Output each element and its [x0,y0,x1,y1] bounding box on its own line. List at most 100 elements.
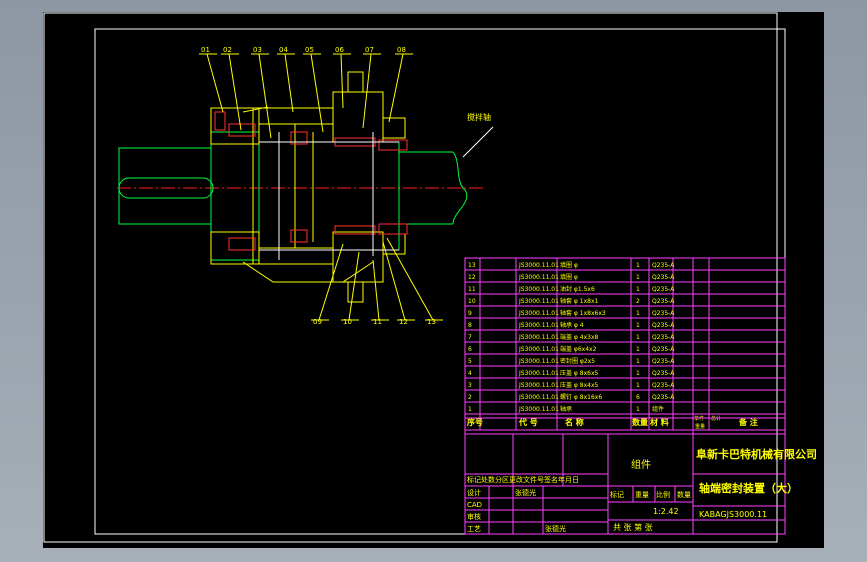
balloon-leader [340,53,344,109]
company-name: 阜新卡巴特机械有限公司 [696,447,817,461]
balloon-label: 11 [373,318,382,326]
bom-cell-qty: 1 [636,334,640,341]
bom-cell-qty: 6 [636,394,640,401]
bom-cell-material: Q235-A [652,262,675,269]
bom-cell-name: 端盖 φ 4x3x8 [560,333,599,341]
bom-cell-material: Q235-A [652,382,675,389]
bom-cell-qty: 1 [636,346,640,353]
bom-cell-no: 1 [468,406,472,413]
bom-cell-name: 轴套 φ 1x8x6x3 [560,309,606,317]
bom-cell-qty: 1 [636,358,640,365]
bom-cell-qty: 1 [636,274,640,281]
stage-header-1: 标记 [610,490,624,499]
balloon-label: 03 [253,46,262,54]
drawing-name: 轴端密封装置（大） [699,481,798,495]
bom-cell-qty: 1 [636,406,640,413]
role-design: 设计 [467,488,481,497]
bom-cell-code: JS3000.11.01 [518,382,559,389]
bom-cell-code: JS3000.11.01 [518,334,559,341]
bom-cell-name: 端盖 φ6x4x2 [560,345,597,353]
bom-cell-code: JS3000.11.01 [518,310,559,317]
bom-cell-name: 轴套 φ 1x8x1 [560,297,599,305]
balloon-leader [228,53,242,131]
bom-cell-no: 6 [468,346,472,353]
bom-cell-code: JS3000.11.01 [518,262,559,269]
bom-cell-material: Q235-A [652,310,675,317]
bom-cell-code: JS3000.11.01 [518,274,559,281]
bom-cell-no: 2 [468,394,472,401]
bom-cell-qty: 1 [636,382,640,389]
bom-cell-code: JS3000.11.01 [518,298,559,305]
bom-cell-no: 13 [468,262,476,269]
bom-cell-name: 轴承 [560,405,572,413]
role-review: 审核 [467,512,481,521]
bom-cell-no: 8 [468,322,472,329]
balloon-leader [372,259,380,321]
balloon-label: 09 [313,318,322,326]
bom-cell-material: Q235-A [652,334,675,341]
balloon-leader [362,53,372,129]
balloon-leader [388,53,404,123]
bom-cell-name: 填圈 φ [560,273,578,281]
bom-cell-code: JS3000.11.01 [518,394,559,401]
bom-cell-name: 密封圈 φ2x5 [560,357,595,365]
approver-name: 张德光 [545,524,566,533]
balloon-label: 05 [305,46,314,54]
section-accents [259,132,399,260]
bom-cell-code: JS3000.11.01 [518,286,559,293]
drawing-canvas[interactable]: 01 02 03 04 05 06 07 08 09 10 11 12 13 搅拌轴 13 JS3000.… [43,12,824,548]
balloon-layer: 01 02 03 04 05 06 07 08 09 10 11 12 13 [199,46,443,326]
bom-cell-material: Q235-A [652,298,675,305]
bom-cell-material: Q235-A [652,322,675,329]
balloon-label: 04 [279,46,288,54]
balloon-leader [348,251,360,321]
group-label: 组件 [631,458,651,471]
bom-cell-name: 油封 φ1.5x6 [560,285,595,293]
bom-cell-material: Q235-A [652,286,675,293]
sheet-info: 共 张 第 张 [613,522,653,532]
bom-cell-name: 压盖 φ 8x6x5 [560,369,599,377]
bom-cell-material: Q235-A [652,346,675,353]
drawing-number: KABAGJS3000.11 [699,510,767,519]
bom-cell-material: Q235-A [652,274,675,281]
bom-cell-code: JS3000.11.01 [518,406,559,413]
bom-cell-material: Q235-A [652,358,675,365]
bom-border [464,257,786,431]
scale-value: 1:2.42 [653,507,679,516]
bom-cell-no: 11 [468,286,476,293]
bom-cell-qty: 1 [636,322,640,329]
bom-cell-no: 10 [468,298,476,305]
bom-cell-code: JS3000.11.01 [518,322,559,329]
shaft-geometry [118,126,494,261]
balloon-label: 01 [201,46,210,54]
role-cad: CAD [467,501,482,509]
cad-viewport: 01 02 03 04 05 06 07 08 09 10 11 12 13 搅拌轴 13 JS3000.… [0,0,867,562]
balloon-label: 02 [223,46,232,54]
balloon-leader [310,53,324,133]
stage-header-4: 数量 [677,490,691,499]
bom-cell-code: JS3000.11.01 [518,358,559,365]
bom-cell-qty: 1 [636,370,640,377]
balloon-leader [284,53,294,113]
balloon-label: 07 [365,46,374,54]
bom-cell-no: 7 [468,334,472,341]
balloon-label: 13 [427,318,436,326]
bom-cell-material: Q235-A [652,394,675,401]
bom-cell-code: JS3000.11.01 [518,346,559,353]
bom-cell-qty: 2 [636,298,640,305]
balloon-label: 12 [399,318,408,326]
bom-cell-no: 5 [468,358,472,365]
drawing-svg: 01 02 03 04 05 06 07 0809 10 11 12 13 搅拌轴 13 JS3000.… [43,12,817,543]
balloon-label: 08 [397,46,406,54]
balloon-label: 10 [343,318,352,326]
balloon-leader [206,53,224,113]
bom-cell-name: 轴承 φ 4 [560,321,584,329]
bom-cell-material: 组件 [652,405,664,413]
balloon-leader [258,53,272,139]
bom-cell-name: 压盖 φ 8x4x5 [560,381,599,389]
bom-cell-qty: 1 [636,310,640,317]
bom-cell-no: 12 [468,274,476,281]
bom-table: 13 JS3000.11.01 填圈 φ 1 Q235-A12 JS3000.11.01 填… [464,257,786,431]
bom-cell-no: 4 [468,370,472,377]
designer-name: 张德光 [515,488,536,497]
